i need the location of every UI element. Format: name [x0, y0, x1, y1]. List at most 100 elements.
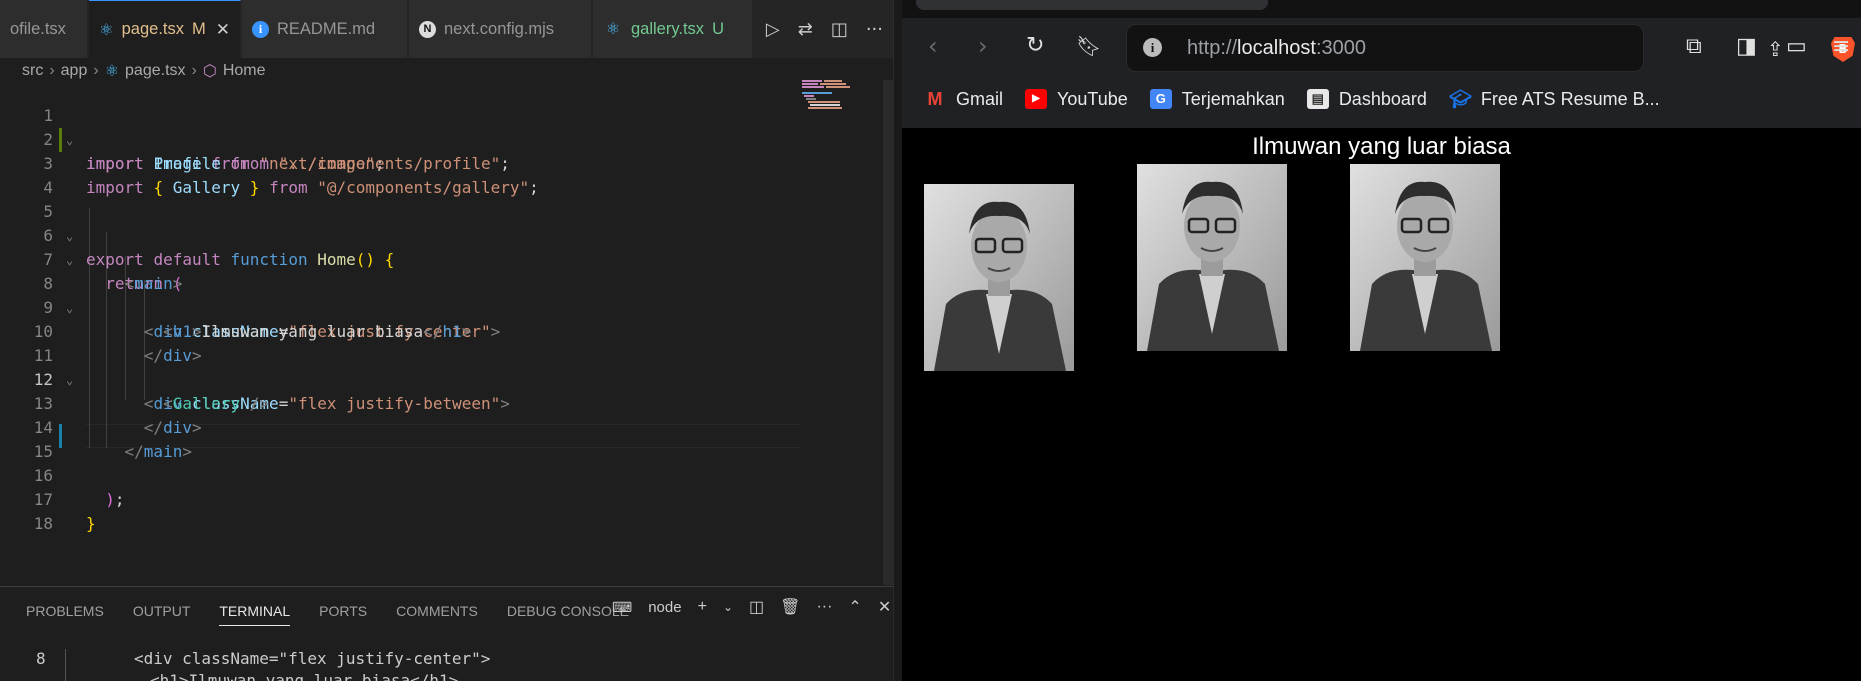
code-line: 4	[0, 152, 800, 197]
add-terminal-icon[interactable]: +	[698, 598, 707, 616]
symbol-icon: ⬡	[202, 63, 217, 80]
tab-problems[interactable]: PROBLEMS	[26, 603, 104, 626]
code-line: 7 <main>	[0, 224, 800, 293]
browser-toolbar: ‹ › ↻ 🔖︎ i http://localhost:3000 ⇪ B ⧉ ◨…	[902, 0, 1861, 128]
forward-icon[interactable]: ›	[978, 32, 988, 60]
code-line: 8 ⌄ <div className="flex justify-center"…	[0, 248, 800, 341]
extensions-icon[interactable]: ⧉	[1686, 34, 1702, 59]
bookmark-label: Dashboard	[1338, 88, 1427, 109]
bookmark-terjemahkan[interactable]: G Terjemahkan	[1149, 89, 1285, 110]
code-line: 6 ⌄ return (	[0, 200, 800, 293]
react-icon: ⚛	[99, 21, 114, 39]
breadcrumb-app[interactable]: app	[61, 62, 88, 80]
site-info-icon[interactable]: i	[1143, 38, 1162, 57]
code-line: 13 </div>	[0, 368, 800, 437]
sidebar-icon[interactable]: ◨	[1736, 34, 1757, 59]
code-line: 16 );	[0, 440, 800, 509]
translate-icon: G	[1149, 89, 1172, 109]
code-line: 3 import { Gallery } from "@/components/…	[0, 128, 800, 197]
tab-next-config[interactable]: N next.config.mjs	[409, 0, 592, 58]
tab-comments[interactable]: COMMENTS	[396, 603, 478, 626]
bottom-panel: PROBLEMS OUTPUT TERMINAL PORTS COMMENTS …	[0, 586, 893, 681]
bookmark-gmail[interactable]: M Gmail	[924, 88, 1004, 110]
terminal-output-line: <h1>Ilmuwan yang luar biasa</h1>	[150, 671, 459, 681]
split-terminal-icon[interactable]: ◫	[749, 597, 764, 617]
tab-profile[interactable]: ofile.tsx	[0, 0, 88, 58]
tab-terminal[interactable]: TERMINAL	[219, 603, 291, 626]
bookmark-dashboard[interactable]: ▤ Dashboard	[1306, 88, 1427, 110]
bookmark-resume[interactable]: 🎓︎ Free ATS Resume B...	[1449, 89, 1660, 110]
tab-label: page.tsx	[121, 20, 184, 38]
wallet-icon[interactable]: ▭	[1786, 34, 1807, 59]
line-number: 18	[33, 514, 53, 533]
code-line: 2 import Profile from "../components/pro…	[0, 104, 800, 173]
tab-label: README.md	[277, 19, 376, 38]
tab-debug-console[interactable]: DEBUG CONSOLE	[507, 603, 629, 626]
minimap[interactable]	[800, 78, 860, 118]
modified-badge: M	[192, 20, 206, 38]
youtube-icon: ▶	[1025, 89, 1048, 109]
compare-icon[interactable]: ⇄	[798, 19, 813, 40]
gmail-icon: M	[927, 89, 943, 109]
browser-tab[interactable]	[916, 0, 1268, 10]
back-icon[interactable]: ‹	[928, 32, 938, 60]
split-editor-icon[interactable]: ◫	[831, 19, 848, 40]
bookmark-youtube[interactable]: ▶ YouTube	[1025, 89, 1128, 110]
tab-page[interactable]: ⚛ page.tsx M ✕	[89, 0, 241, 58]
menu-icon[interactable]: ≡	[1832, 34, 1850, 59]
chevron-right-icon: ›	[49, 62, 55, 79]
code-line: 15	[0, 416, 800, 461]
bookmark-label: Free ATS Resume B...	[1480, 88, 1660, 109]
gallery-image	[924, 184, 1074, 371]
address-bar[interactable]: i http://localhost:3000 ⇪ B	[1126, 24, 1855, 72]
url-text[interactable]: http://localhost:3000	[1187, 37, 1366, 60]
info-icon: i	[252, 20, 269, 38]
more-icon[interactable]: ···	[816, 598, 832, 616]
run-icon[interactable]: ▷	[766, 19, 780, 40]
maximize-panel-icon[interactable]: ⌃	[848, 597, 861, 617]
close-icon[interactable]: ✕	[216, 20, 230, 40]
react-icon: ⚛	[605, 21, 621, 38]
tab-label: ofile.tsx	[10, 19, 66, 38]
tab-gallery[interactable]: ⚛ gallery.tsx U	[593, 0, 753, 58]
tab-readme[interactable]: i README.md	[242, 0, 408, 58]
code-line: 10 </div>	[0, 296, 800, 365]
url-scheme: http://	[1187, 37, 1238, 59]
trash-icon[interactable]: 🗑	[780, 597, 800, 617]
bookmark-label: Gmail	[956, 88, 1004, 109]
more-icon[interactable]: ···	[866, 19, 883, 40]
chevron-down-icon[interactable]: ⌄	[723, 600, 733, 614]
editor-tab-bar: ofile.tsx ⚛ page.tsx M ✕ i README.md N n…	[0, 0, 893, 58]
breadcrumb-symbol[interactable]: Home	[223, 62, 266, 80]
share-icon[interactable]: ⇪	[1767, 37, 1784, 61]
gallery-image	[1137, 164, 1287, 351]
window-divider[interactable]	[893, 0, 902, 681]
terminal-line-number: 8	[36, 649, 46, 668]
vscode-window: ofile.tsx ⚛ page.tsx M ✕ i README.md N n…	[0, 0, 893, 681]
next-icon: N	[419, 20, 436, 38]
bookmark-icon[interactable]: 🔖︎	[1076, 34, 1101, 58]
url-port: :3000	[1315, 37, 1367, 59]
resume-icon: 🎓︎	[1448, 89, 1472, 109]
browser-tab-strip	[902, 0, 1861, 18]
vertical-scrollbar[interactable]	[883, 80, 893, 585]
code-line: 9 <h1>Ilmuwan yang luar biasa</h1>	[0, 272, 800, 341]
tab-ports[interactable]: PORTS	[319, 603, 367, 626]
reload-icon[interactable]: ↻	[1026, 33, 1044, 58]
tab-label: gallery.tsx	[631, 19, 705, 38]
terminal-output-line: <div className="flex justify-center">	[134, 649, 491, 668]
code-line: 5 ⌄ export default function Home() {	[0, 176, 800, 269]
close-panel-icon[interactable]: ✕	[878, 597, 891, 617]
chevron-right-icon: ›	[93, 62, 99, 79]
gallery-image	[1350, 164, 1500, 351]
code-editor[interactable]: 1 ⌄ import Image from "next/image"; 2 im…	[0, 80, 893, 585]
tab-output[interactable]: OUTPUT	[133, 603, 191, 626]
tab-label: next.config.mjs	[444, 19, 555, 38]
breadcrumb-src[interactable]: src	[22, 62, 43, 80]
terminal-actions: ⌨ node + ⌄ ◫ 🗑 ··· ⌃ ✕	[612, 597, 891, 617]
dashboard-icon: ▤	[1306, 89, 1329, 109]
code-line: 11 ⌄ <div className="flex justify-betwee…	[0, 320, 800, 413]
react-icon: ⚛	[104, 63, 120, 80]
breadcrumb-file[interactable]: page.tsx	[125, 62, 185, 80]
terminal-shell-label[interactable]: node	[648, 599, 681, 616]
